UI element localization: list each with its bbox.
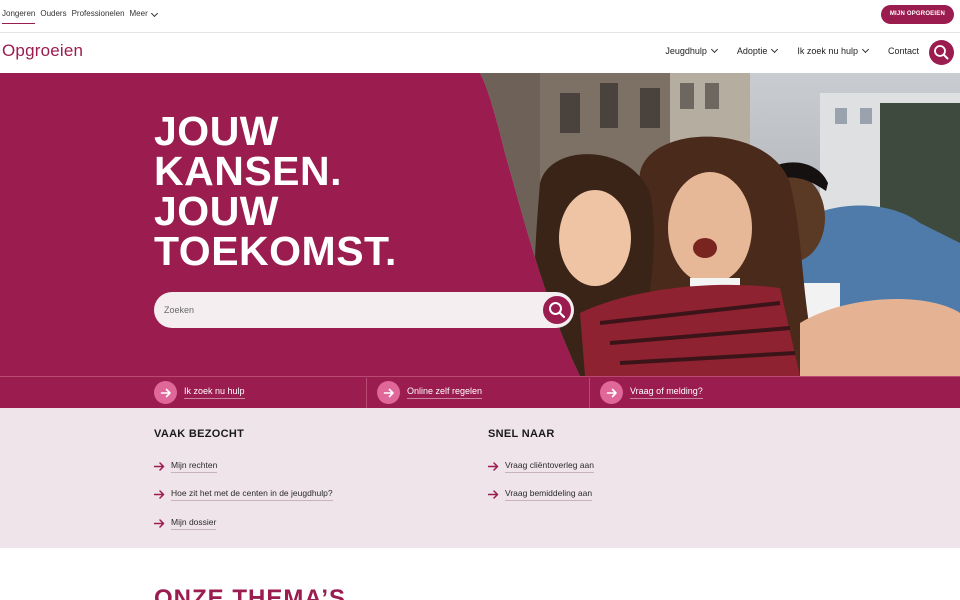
divider xyxy=(366,378,367,408)
link-label: Mijn dossier xyxy=(171,517,217,530)
search-toggle-button[interactable] xyxy=(929,40,954,65)
quick-links-bar: Ik zoek nu hulp Online zelf regelen Vraa… xyxy=(0,376,960,408)
search-icon xyxy=(549,302,566,319)
hero-search xyxy=(154,292,574,328)
section-heading: VAAK BEZOCHT xyxy=(154,428,245,440)
quick-link-online-zelf-regelen[interactable]: Online zelf regelen xyxy=(377,377,483,408)
link-label: Mijn rechten xyxy=(171,460,218,473)
headline-line: JOUW xyxy=(154,188,279,234)
audience-bar: Jongeren Ouders Professionelen Meer MIJN… xyxy=(0,0,960,33)
chevron-down-icon xyxy=(771,45,779,54)
audience-professionelen[interactable]: Professionelen xyxy=(72,9,125,24)
link-label: Vraag cliëntoverleg aan xyxy=(505,460,594,473)
audience-ouders[interactable]: Ouders xyxy=(40,9,66,24)
arrow-right-icon xyxy=(377,381,400,404)
vaak-bezocht-column: VAAK BEZOCHT Mijn rechten Hoe zit het me… xyxy=(154,428,333,538)
arrow-right-icon xyxy=(600,381,623,404)
quick-link-label: Online zelf regelen xyxy=(407,386,483,399)
nav-item-jeugdhulp[interactable]: Jeugdhulp xyxy=(665,45,718,56)
chevron-down-icon xyxy=(710,45,718,54)
link-bemiddeling[interactable]: Vraag bemiddeling aan xyxy=(488,481,594,510)
hero-photo xyxy=(480,73,960,376)
headline-line: KANSEN. xyxy=(154,148,343,194)
link-label: Hoe zit het met de centen in de jeugdhul… xyxy=(171,488,333,502)
search-icon xyxy=(934,45,949,60)
link-mijn-dossier[interactable]: Mijn dossier xyxy=(154,509,333,538)
audience-switcher: Jongeren Ouders Professionelen Meer xyxy=(2,9,159,24)
mijn-opgroeien-button[interactable]: MIJN OPGROEIEN xyxy=(880,5,954,24)
quick-link-ik-zoek-nu-hulp[interactable]: Ik zoek nu hulp xyxy=(154,377,245,408)
nav-item-label: Ik zoek nu hulp xyxy=(797,46,858,56)
arrow-right-icon xyxy=(154,490,165,499)
hero-banner: JOUW KANSEN. JOUW TOEKOMST. xyxy=(0,73,960,376)
quick-link-vraag-of-melding[interactable]: Vraag of melding? xyxy=(600,377,703,408)
arrow-right-icon xyxy=(154,519,165,528)
link-centen-jeugdhulp[interactable]: Hoe zit het met de centen in de jeugdhul… xyxy=(154,481,333,510)
quick-link-label: Vraag of melding? xyxy=(630,386,703,399)
arrow-right-icon xyxy=(154,381,177,404)
arrow-right-icon xyxy=(154,462,165,471)
chevron-down-icon xyxy=(861,45,870,54)
site-logo[interactable]: Opgroeien xyxy=(2,41,83,61)
arrow-right-icon xyxy=(488,490,499,499)
nav-item-ik-zoek-nu-hulp[interactable]: Ik zoek nu hulp xyxy=(797,45,870,56)
nav-item-label: Jeugdhulp xyxy=(665,46,707,56)
links-section: VAAK BEZOCHT Mijn rechten Hoe zit het me… xyxy=(0,408,960,548)
nav-item-adoptie[interactable]: Adoptie xyxy=(736,45,779,56)
headline-line: JOUW xyxy=(154,108,279,154)
hero-headline: JOUW KANSEN. JOUW TOEKOMST. xyxy=(154,108,397,274)
snel-naar-column: SNEL NAAR Vraag cliëntoverleg aan Vraag … xyxy=(488,428,594,509)
search-submit-button[interactable] xyxy=(541,294,573,326)
audience-jongeren[interactable]: Jongeren xyxy=(2,9,36,24)
nav-menu: Jeugdhulp Adoptie Ik zoek nu hulp Contac… xyxy=(665,45,919,56)
section-heading: SNEL NAAR xyxy=(488,428,555,440)
link-clientoverleg[interactable]: Vraag cliëntoverleg aan xyxy=(488,452,594,481)
main-navigation: Opgroeien Jeugdhulp Adoptie Ik zoek nu h… xyxy=(0,33,960,73)
more-label: Meer xyxy=(129,9,148,18)
headline-line: TOEKOMST. xyxy=(154,228,397,274)
nav-item-contact[interactable]: Contact xyxy=(888,46,919,56)
nav-item-label: Adoptie xyxy=(736,46,768,56)
chevron-down-icon xyxy=(150,9,159,18)
search-input[interactable] xyxy=(164,300,534,320)
more-menu[interactable]: Meer xyxy=(129,9,159,24)
link-label: Vraag bemiddeling aan xyxy=(505,488,593,502)
arrow-right-icon xyxy=(488,462,499,471)
quick-link-label: Ik zoek nu hulp xyxy=(184,386,245,399)
divider xyxy=(589,378,590,408)
link-mijn-rechten[interactable]: Mijn rechten xyxy=(154,452,333,481)
themes-heading: ONZE THEMA’S xyxy=(154,585,347,600)
nav-item-label: Contact xyxy=(887,46,919,56)
